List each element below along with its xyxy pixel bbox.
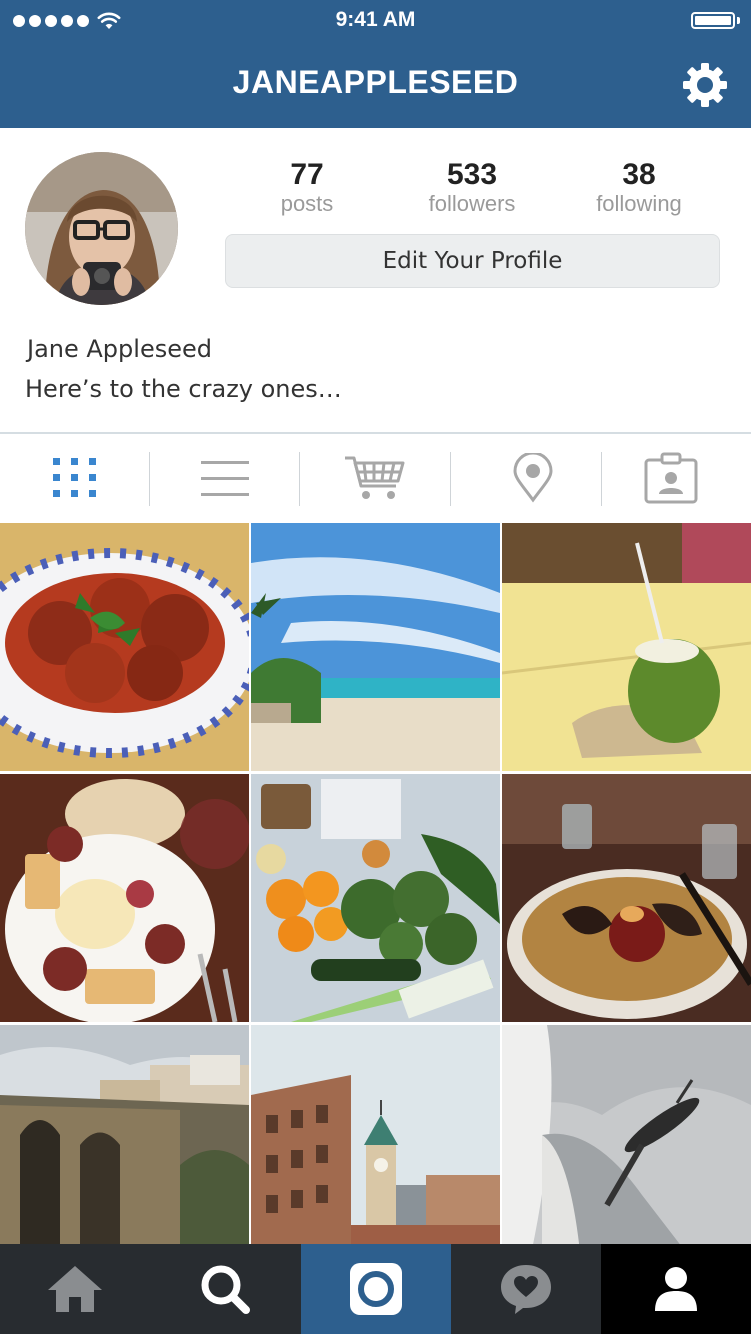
posts-label: posts bbox=[280, 191, 334, 216]
posts-count: 77 bbox=[290, 158, 324, 191]
stat-followers[interactable]: 533 followers bbox=[392, 158, 552, 216]
profile-bio: Here’s to the crazy ones… bbox=[25, 375, 342, 403]
following-label: following bbox=[596, 191, 682, 216]
status-time: 9:41 AM bbox=[335, 8, 416, 31]
coconut-photo bbox=[502, 523, 751, 771]
bottom-nav bbox=[0, 1244, 751, 1334]
gear-icon[interactable] bbox=[682, 62, 728, 108]
header-bar: 9:41 AM JANEAPPLESEED bbox=[0, 0, 751, 128]
ramen-photo bbox=[502, 774, 751, 1022]
home-icon bbox=[48, 1266, 102, 1312]
nav-camera[interactable] bbox=[301, 1244, 451, 1334]
grid-icon bbox=[53, 458, 96, 497]
photo-tile[interactable] bbox=[251, 523, 500, 771]
tagged-user-icon bbox=[644, 452, 698, 504]
tab-location[interactable] bbox=[458, 434, 608, 522]
nav-activity[interactable] bbox=[451, 1244, 601, 1334]
photo-tile[interactable] bbox=[0, 774, 249, 1022]
photo-tile[interactable] bbox=[0, 523, 249, 771]
view-tabs bbox=[0, 434, 751, 522]
nav-profile[interactable] bbox=[601, 1244, 751, 1334]
photo-tile[interactable] bbox=[502, 774, 751, 1022]
profile-full-name: Jane Appleseed bbox=[27, 335, 212, 363]
cart-icon bbox=[345, 456, 405, 499]
photo-tile[interactable] bbox=[502, 1025, 751, 1273]
avatar[interactable] bbox=[25, 152, 178, 305]
clock-tower-photo bbox=[251, 1025, 500, 1273]
breakfast-photo bbox=[0, 774, 249, 1022]
followers-count: 533 bbox=[446, 158, 498, 191]
edit-profile-button[interactable]: Edit Your Profile bbox=[225, 234, 720, 288]
tab-list[interactable] bbox=[150, 434, 300, 522]
profile-icon bbox=[655, 1267, 697, 1311]
space-needle-photo bbox=[502, 1025, 751, 1273]
list-icon bbox=[201, 461, 249, 496]
photo-tile[interactable] bbox=[251, 1025, 500, 1273]
camera-icon bbox=[350, 1263, 402, 1315]
tab-grid[interactable] bbox=[0, 434, 150, 522]
tab-shop[interactable] bbox=[300, 434, 450, 522]
battery-tip bbox=[737, 17, 740, 24]
photo-tile[interactable] bbox=[251, 774, 500, 1022]
beach-photo bbox=[251, 523, 500, 771]
activity-heart-icon bbox=[501, 1265, 551, 1314]
groceries-photo bbox=[251, 774, 500, 1022]
avatar-photo bbox=[25, 152, 178, 305]
photo-tile[interactable] bbox=[502, 523, 751, 771]
page-title: JANEAPPLESEED bbox=[232, 64, 519, 100]
tab-separator bbox=[450, 452, 451, 506]
nav-home[interactable] bbox=[0, 1244, 150, 1334]
photo-grid bbox=[0, 523, 751, 1273]
following-count: 38 bbox=[622, 158, 656, 191]
location-pin-icon bbox=[513, 453, 553, 503]
battery-icon bbox=[691, 12, 735, 29]
tab-tagged[interactable] bbox=[596, 434, 746, 522]
photo-tile[interactable] bbox=[0, 1025, 249, 1273]
followers-label: followers bbox=[428, 191, 516, 216]
stat-following[interactable]: 38 following bbox=[559, 158, 719, 216]
search-icon bbox=[201, 1265, 250, 1314]
stat-posts[interactable]: 77 posts bbox=[227, 158, 387, 216]
nav-search[interactable] bbox=[150, 1244, 300, 1334]
chicken-wings-photo bbox=[0, 523, 249, 771]
bridge-photo bbox=[0, 1025, 249, 1273]
